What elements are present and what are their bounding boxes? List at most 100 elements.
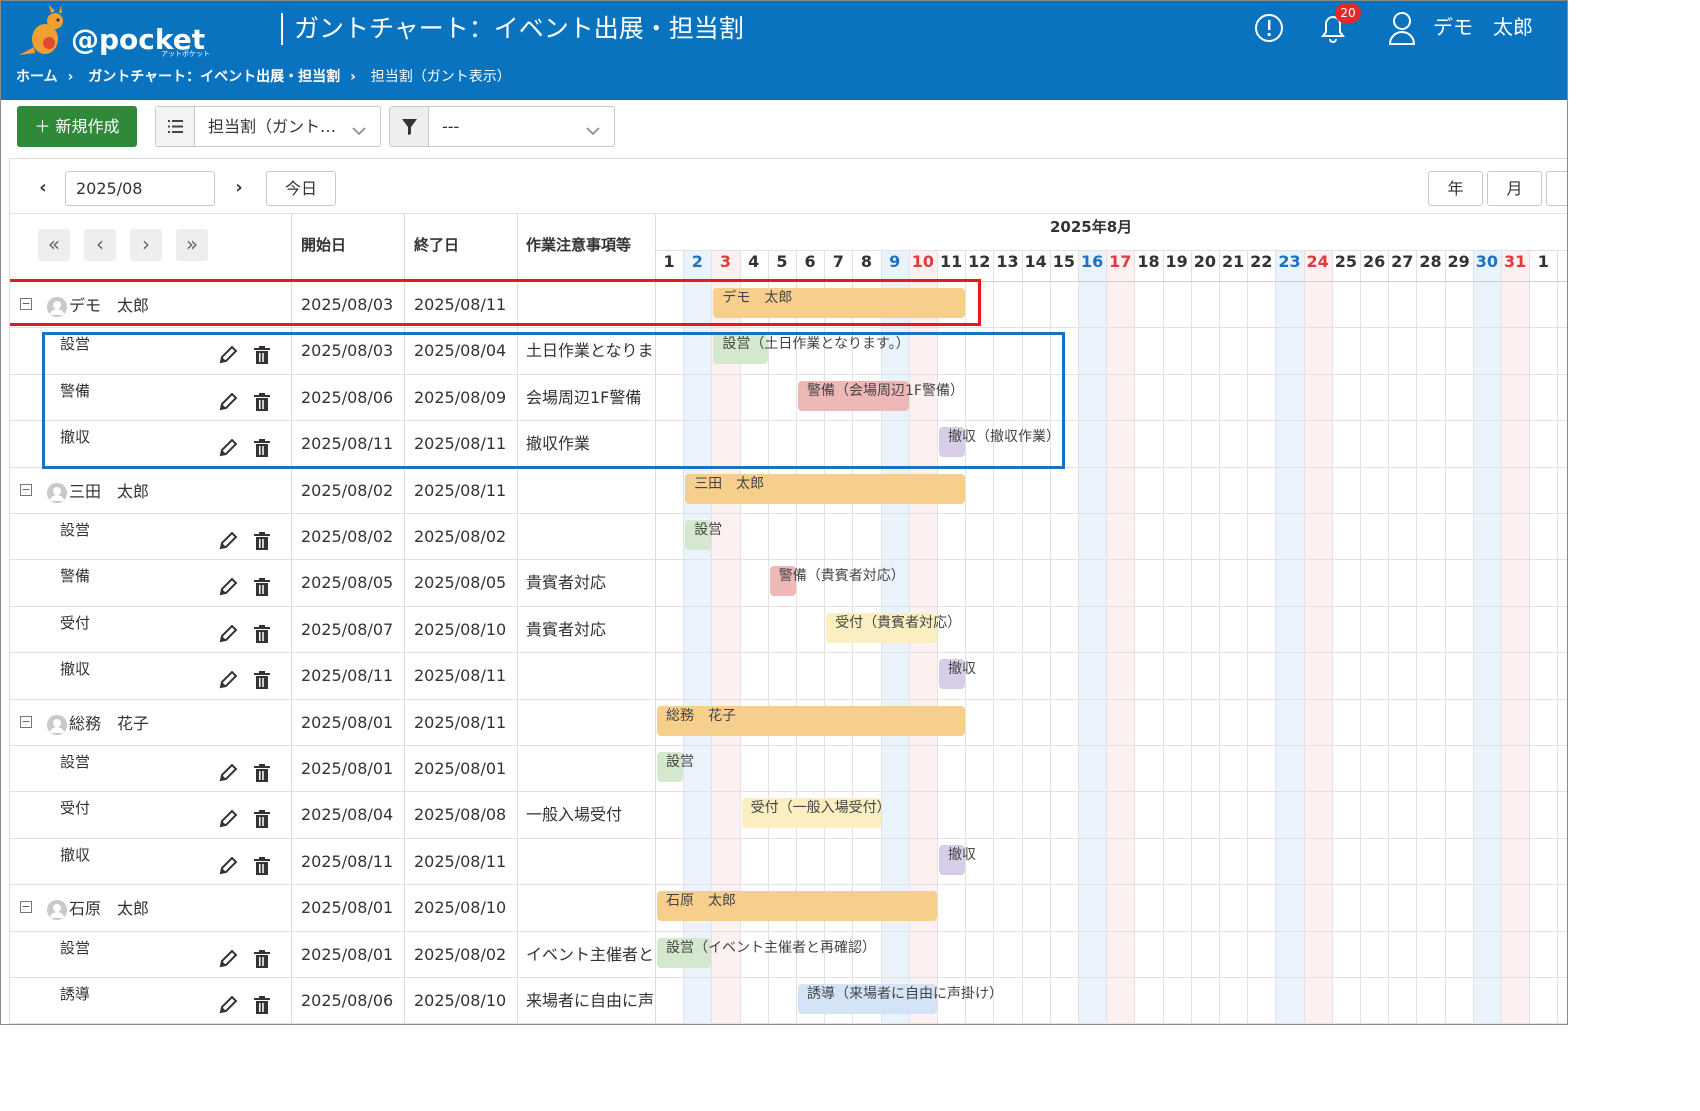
edit-pencil-icon[interactable] <box>217 669 239 691</box>
row-divider <box>10 327 1567 329</box>
app-logo[interactable]: @pocket アットポケット <box>15 3 215 59</box>
task-name[interactable]: 受付 <box>60 613 90 633</box>
row-divider <box>10 698 1567 700</box>
column-header-notes[interactable]: 作業注意事項等 <box>526 235 631 255</box>
delete-trash-icon[interactable] <box>251 762 273 784</box>
gantt-task-bar[interactable]: 撤収 <box>939 844 976 875</box>
month-input[interactable]: 2025/08 <box>65 171 215 206</box>
edit-pencil-icon[interactable] <box>217 948 239 970</box>
day-gridline <box>1416 250 1418 1024</box>
delete-trash-icon[interactable] <box>251 948 273 970</box>
day-gridline <box>1472 250 1474 1024</box>
previous-month-button[interactable]: ‹ <box>32 177 54 199</box>
gantt-task-bar[interactable]: 受付（貴賓者対応） <box>826 612 961 643</box>
delete-trash-icon[interactable] <box>251 576 273 598</box>
month-view-button[interactable]: 月 <box>1487 171 1542 206</box>
task-name[interactable]: 設営 <box>60 520 90 540</box>
month-row-line <box>655 250 1567 251</box>
gantt-summary-bar[interactable]: 三田 太郎 <box>685 473 966 504</box>
new-record-button[interactable]: ＋ 新規作成 <box>17 106 137 147</box>
task-name[interactable]: 誘導 <box>60 984 90 1004</box>
last-page-button[interactable]: » <box>176 229 208 261</box>
user-name[interactable]: デモ 太郎 <box>1433 13 1533 41</box>
task-name[interactable]: 設営 <box>60 752 90 772</box>
next-page-button[interactable]: › <box>130 229 162 261</box>
user-icon[interactable] <box>1387 11 1417 45</box>
delete-trash-icon[interactable] <box>251 530 273 552</box>
gantt-grid: « ‹ › » 開始日 終了日 作業注意事項等 2025年8月 12345678… <box>10 213 1567 1024</box>
edit-pencil-icon[interactable] <box>217 855 239 877</box>
delete-trash-icon[interactable] <box>251 669 273 691</box>
gantt-summary-bar[interactable]: 石原 太郎 <box>657 891 937 922</box>
edit-pencil-icon[interactable] <box>217 530 239 552</box>
day-gridline <box>1078 250 1079 1024</box>
delete-trash-icon[interactable] <box>251 623 273 645</box>
saturday-column <box>1472 250 1501 1024</box>
start-date: 2025/08/02 <box>301 527 394 546</box>
person-name[interactable]: 三田 太郎 <box>69 482 149 502</box>
start-date: 2025/08/02 <box>301 480 394 500</box>
breadcrumb-current: 担当割（ガント表示） <box>370 69 511 85</box>
person-name[interactable]: 総務 花子 <box>69 714 149 734</box>
end-date: 2025/08/10 <box>414 991 507 1010</box>
delete-trash-icon[interactable] <box>251 855 273 877</box>
gantt-task-bar[interactable]: 設営 <box>685 520 722 550</box>
edit-pencil-icon[interactable] <box>217 808 239 830</box>
today-button[interactable]: 今日 <box>266 171 336 206</box>
task-name[interactable]: 受付 <box>60 798 90 818</box>
row-divider <box>10 745 1567 746</box>
column-header-start[interactable]: 開始日 <box>301 235 346 255</box>
gantt-task-bar[interactable]: 警備（貴賓者対応） <box>769 566 905 597</box>
first-page-button[interactable]: « <box>38 229 70 261</box>
day-gridline <box>1219 250 1220 1024</box>
day-number: 19 <box>1165 252 1188 271</box>
collapse-toggle-icon[interactable]: − <box>20 483 32 496</box>
day-number: 13 <box>996 252 1019 271</box>
breadcrumb-gantt-link[interactable]: ガントチャート：イベント出展・担当割 <box>88 69 340 85</box>
breadcrumb-home-link[interactable]: ホーム <box>16 69 58 85</box>
day-number: 25 <box>1334 252 1358 271</box>
edit-pencil-icon[interactable] <box>217 762 239 784</box>
edit-pencil-icon[interactable] <box>217 994 239 1016</box>
end-date: 2025/08/11 <box>414 851 507 871</box>
day-number: 29 <box>1447 252 1470 271</box>
day-number: 21 <box>1221 252 1245 271</box>
task-name[interactable]: 設営 <box>60 938 90 958</box>
week-view-button[interactable] <box>1546 171 1567 206</box>
view-select[interactable]: 担当割（ガント… <box>155 106 381 147</box>
gantt-task-bar[interactable]: 設営（イベント主催者と再確認） <box>657 937 876 968</box>
year-view-button[interactable]: 年 <box>1428 171 1483 206</box>
gantt-task-bar[interactable]: 設営 <box>657 752 694 782</box>
edit-pencil-icon[interactable] <box>217 623 239 645</box>
collapse-toggle-icon[interactable]: − <box>20 901 32 914</box>
task-note: 貴賓者対応 <box>526 573 607 593</box>
column-header-end[interactable]: 終了日 <box>414 235 459 255</box>
day-gridline <box>1388 250 1390 1024</box>
row-divider <box>10 605 1567 607</box>
end-date: 2025/08/10 <box>414 898 507 918</box>
delete-trash-icon[interactable] <box>251 994 273 1016</box>
gantt-summary-bar[interactable]: 総務 花子 <box>657 705 966 736</box>
day-number: 14 <box>1024 252 1047 271</box>
alert-icon[interactable] <box>1254 13 1284 43</box>
day-number: 6 <box>804 252 816 271</box>
page-title: ガントチャート：イベント出展・担当割 <box>294 14 744 43</box>
start-date: 2025/08/06 <box>301 991 394 1010</box>
gantt-task-bar[interactable]: 撤収 <box>939 659 976 690</box>
person-name[interactable]: 石原 太郎 <box>69 899 149 919</box>
task-name[interactable]: 撤収 <box>60 659 90 679</box>
highlight-blue-box <box>42 332 1065 469</box>
prev-page-button[interactable]: ‹ <box>84 229 116 261</box>
day-gridline <box>1444 250 1446 1024</box>
task-name[interactable]: 警備 <box>60 566 90 586</box>
task-name[interactable]: 撤収 <box>60 845 90 865</box>
delete-trash-icon[interactable] <box>251 808 273 830</box>
gantt-task-bar[interactable]: 受付（一般入場受付） <box>741 798 891 829</box>
next-month-button[interactable]: › <box>228 177 250 199</box>
end-date: 2025/08/11 <box>414 712 507 732</box>
edit-pencil-icon[interactable] <box>217 576 239 598</box>
gantt-task-bar[interactable]: 誘導（来場者に自由に声掛け） <box>798 984 1003 1014</box>
collapse-toggle-icon[interactable]: − <box>20 715 32 728</box>
filter-select[interactable]: --- <box>389 106 615 147</box>
highlight-red-box <box>10 279 981 326</box>
